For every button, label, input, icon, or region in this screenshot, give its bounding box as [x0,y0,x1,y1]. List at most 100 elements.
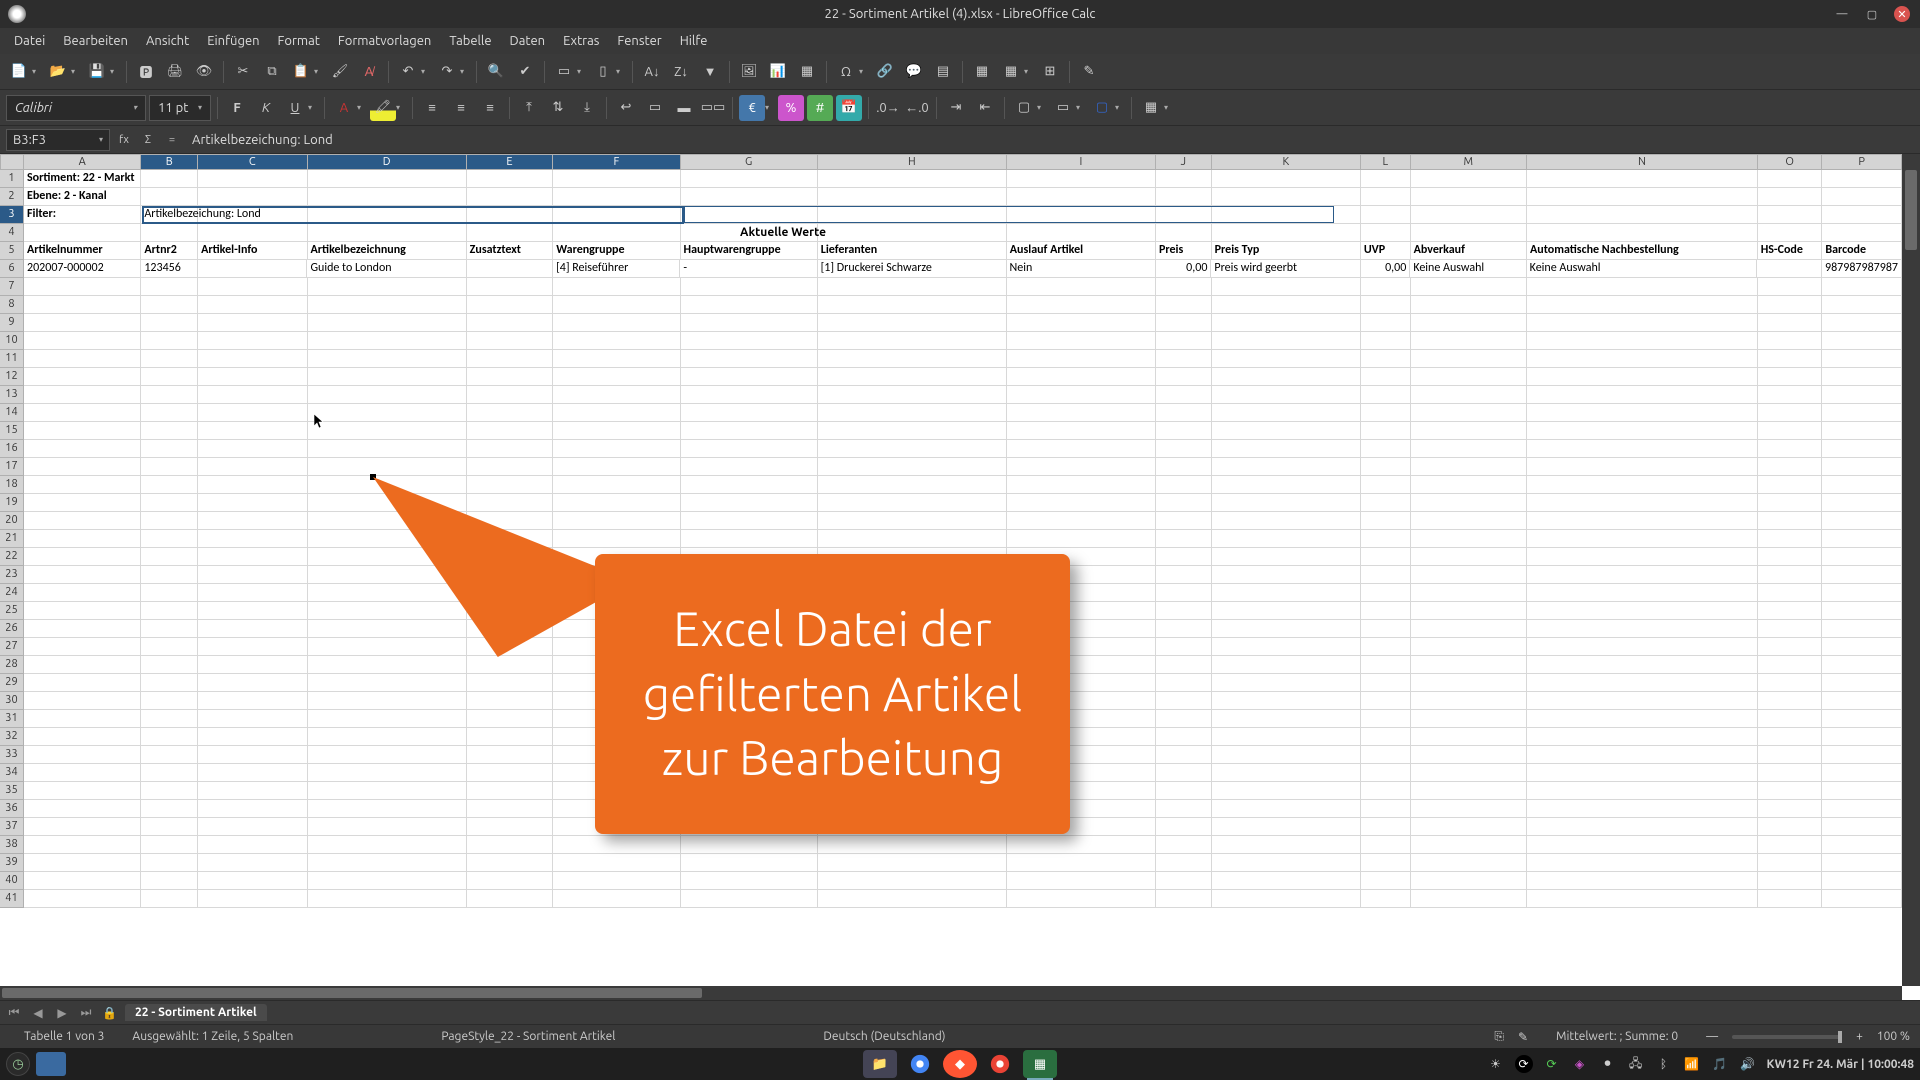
cell[interactable]: Artnr2 [141,242,198,260]
column-header-D[interactable]: D [308,154,467,170]
cell[interactable]: Auslauf Artikel [1007,242,1156,260]
cell[interactable] [1212,764,1361,782]
cell[interactable] [1527,584,1758,602]
tray-wifi-icon[interactable]: 📶 [1683,1055,1701,1073]
taskbar-chrome-icon[interactable] [903,1050,937,1078]
taskbar-calc-icon[interactable]: ▦ [1023,1050,1057,1078]
border-color-icon[interactable]: ▢ [1089,95,1115,121]
row-header-22[interactable]: 22 [0,548,24,566]
cell[interactable] [141,278,198,296]
cell[interactable] [308,656,467,674]
cell[interactable] [467,584,554,602]
cell[interactable] [1212,602,1361,620]
cell[interactable] [1411,548,1527,566]
cell[interactable] [818,530,1007,548]
cell[interactable]: [1] Druckerei Schwarze [818,260,1007,278]
column-header-F[interactable]: F [553,154,680,170]
cell[interactable] [141,494,198,512]
redo-icon[interactable]: ↷ [434,59,460,85]
cell[interactable] [198,782,307,800]
cell[interactable] [467,674,554,692]
cell[interactable] [1822,332,1902,350]
menu-tabelle[interactable]: Tabelle [441,31,499,51]
cell[interactable] [1361,602,1411,620]
cell[interactable] [1758,818,1823,836]
cell[interactable] [1758,692,1823,710]
cell[interactable] [1822,350,1902,368]
cell[interactable] [198,368,307,386]
spellcheck-icon[interactable]: ✔ [512,59,538,85]
cell[interactable] [1156,386,1212,404]
print-preview-icon[interactable]: 👁 [191,59,217,85]
column-header-N[interactable]: N [1527,154,1758,170]
tray-audio-icon[interactable]: 🎵 [1711,1055,1729,1073]
cell[interactable] [681,512,818,530]
row-header-4[interactable]: 4 [0,224,24,242]
status-signature-icon[interactable]: ✎ [1518,1030,1528,1044]
cell[interactable] [1527,620,1758,638]
column-header-B[interactable]: B [141,154,198,170]
cell[interactable] [1361,350,1411,368]
cell[interactable] [308,278,467,296]
cell[interactable] [1411,530,1527,548]
cell[interactable] [198,818,307,836]
cell[interactable] [1411,620,1527,638]
borders-icon[interactable]: ▢ [1011,95,1037,121]
row-header-38[interactable]: 38 [0,836,24,854]
cell[interactable] [24,800,141,818]
cell[interactable] [1361,854,1411,872]
cell[interactable] [818,314,1007,332]
cell[interactable] [24,764,141,782]
cell[interactable] [198,260,307,278]
row-header-29[interactable]: 29 [0,674,24,692]
cell[interactable] [1212,458,1361,476]
cell[interactable] [467,530,554,548]
cell[interactable] [141,854,198,872]
cell[interactable]: Zusatztext [467,242,554,260]
row-header-34[interactable]: 34 [0,764,24,782]
cell[interactable] [681,278,818,296]
cell[interactable] [1822,440,1902,458]
cell[interactable] [1822,692,1902,710]
row-header-36[interactable]: 36 [0,800,24,818]
cell[interactable] [141,818,198,836]
cell[interactable] [1758,782,1823,800]
cell[interactable] [1361,566,1411,584]
cell[interactable] [1758,584,1823,602]
cell[interactable] [1156,440,1212,458]
cell[interactable] [1527,368,1758,386]
cell[interactable] [141,368,198,386]
cell[interactable] [1361,674,1411,692]
cell[interactable] [467,314,554,332]
cell[interactable] [1758,890,1823,908]
cell[interactable] [1361,872,1411,890]
cell[interactable] [1822,836,1902,854]
cell[interactable]: 123456 [141,260,198,278]
cell[interactable] [198,854,307,872]
column-header-H[interactable]: H [818,154,1007,170]
cell[interactable] [141,458,198,476]
cell[interactable] [681,458,818,476]
row-header-39[interactable]: 39 [0,854,24,872]
cell[interactable] [1007,530,1156,548]
remove-decimal-icon[interactable]: ←.0 [904,95,930,121]
cell[interactable]: Ebene: 2 - Kanal [24,188,141,206]
row-header-33[interactable]: 33 [0,746,24,764]
cell[interactable] [24,296,141,314]
cell[interactable]: Hauptwarengruppe [681,242,818,260]
cell[interactable] [198,674,307,692]
cell[interactable] [1822,656,1902,674]
cell[interactable] [1007,476,1156,494]
maximize-button[interactable]: ▢ [1864,6,1880,22]
cell[interactable] [1822,728,1902,746]
cell[interactable] [553,350,680,368]
cell[interactable] [1361,710,1411,728]
cell[interactable] [1822,746,1902,764]
cell[interactable] [553,494,680,512]
cell[interactable] [198,620,307,638]
cell[interactable] [1007,404,1156,422]
cell[interactable] [1758,512,1823,530]
cell[interactable] [467,620,554,638]
cell[interactable] [467,764,554,782]
cell[interactable] [308,638,467,656]
